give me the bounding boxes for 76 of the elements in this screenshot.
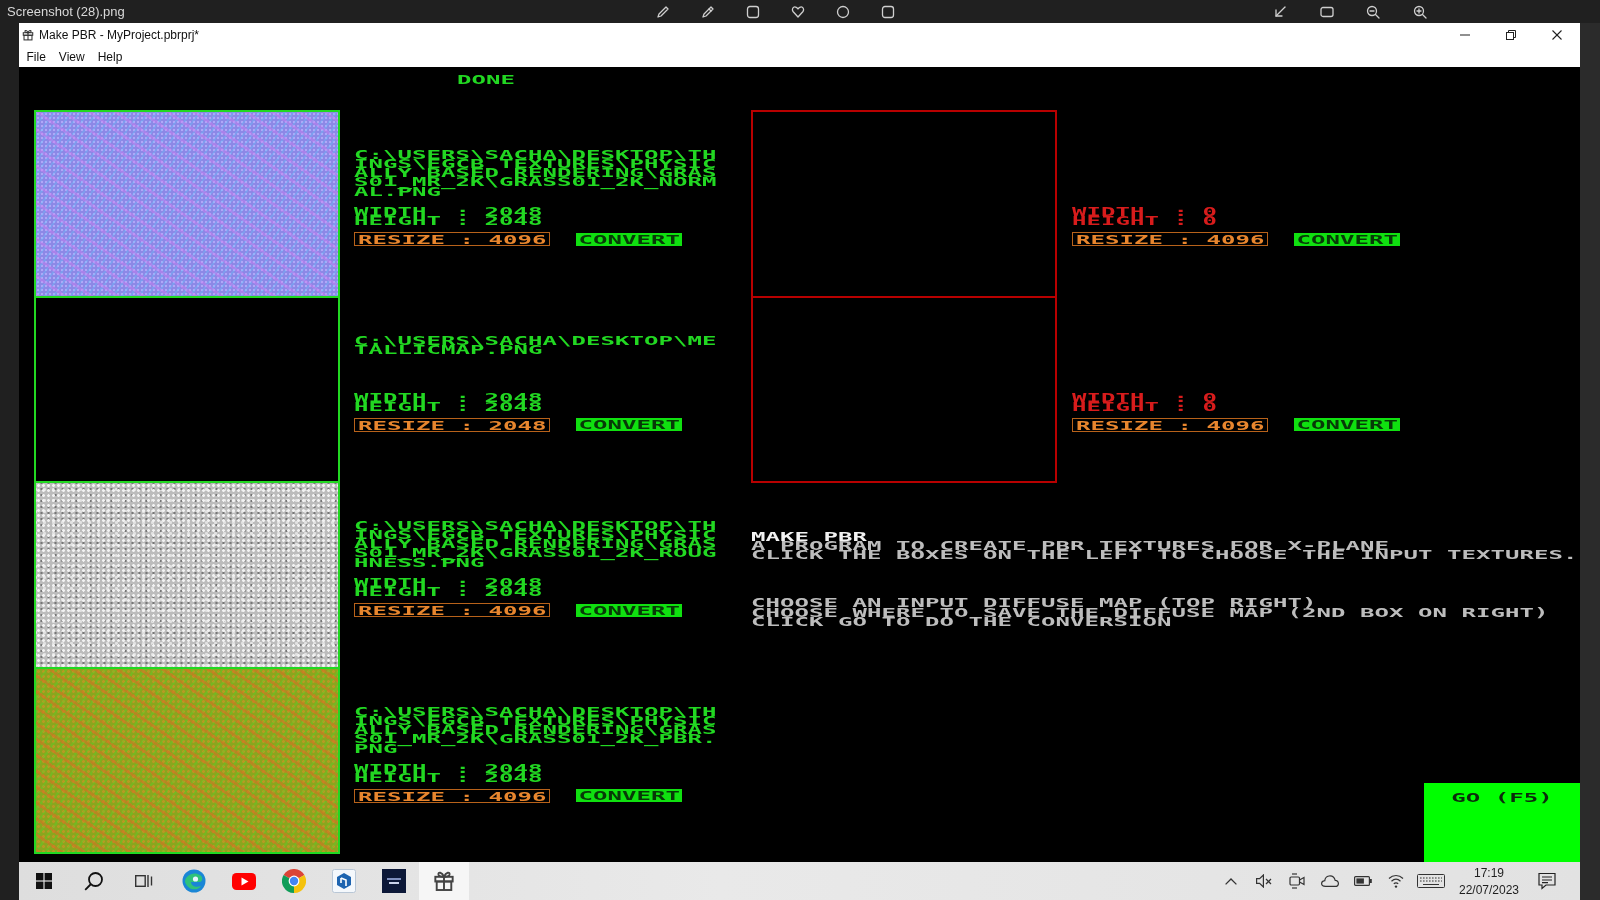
square-icon[interactable] (746, 4, 760, 19)
help-step: CLICK GO TO DO THE CONVERSION (751, 616, 1172, 627)
menu-item[interactable]: View (52, 47, 92, 66)
file-path: C:\USERS\SACHA\DESKTOP\METALLICMAP.PNG (354, 335, 718, 354)
height-readout: HEIGHT : 2048 (354, 401, 543, 411)
chevron-up-icon[interactable] (1224, 877, 1237, 885)
pen-icon[interactable] (701, 4, 715, 19)
speaker-muted-icon[interactable] (1255, 874, 1272, 888)
help-title: MAKE PBR (751, 532, 867, 542)
keyboard-icon[interactable] (1417, 874, 1445, 888)
resize-button[interactable]: RESIZE : 4096 (354, 232, 550, 247)
zoom-in-icon[interactable] (1413, 4, 1428, 19)
minimize-icon[interactable] (1460, 33, 1470, 36)
search-icon[interactable] (84, 871, 104, 891)
zoom-out-icon[interactable] (1366, 4, 1381, 19)
width-readout: WIDTH : 0 (1072, 392, 1217, 402)
resize-button[interactable]: RESIZE : 2048 (354, 417, 550, 432)
help-step: CHOOSE AN INPUT DIFFUSE MAP (TOP RIGHT) (751, 598, 1317, 608)
window-title: Make PBR - MyProject.pbrprj* (39, 27, 200, 42)
go-button[interactable]: GO (F5) (1424, 783, 1580, 862)
arrow-icon[interactable] (1273, 4, 1287, 19)
menu-item[interactable]: Help (91, 47, 129, 66)
taskbar-button[interactable] (419, 862, 469, 900)
message-icon[interactable] (1538, 872, 1556, 890)
convert-button[interactable]: CONVERT (575, 418, 682, 432)
height-readout: HEIGHT : 0 (1072, 401, 1217, 411)
clock-date: 22/07/2023 (1458, 882, 1520, 897)
convert-button[interactable]: CONVERT (1293, 418, 1400, 432)
help-text: A PROGRAM TO CREATE PBR TEXTURES FOR X-PLANE (751, 541, 1389, 551)
battery-icon[interactable] (1353, 876, 1372, 886)
height-readout: HEIGHT : 2048 (354, 772, 543, 782)
convert-button[interactable]: CONVERT (575, 603, 682, 617)
file-name: Screenshot (28).png (7, 4, 125, 19)
width-readout: WIDTH : 0 (1072, 207, 1217, 217)
menu-item[interactable]: File (20, 47, 53, 66)
file-path: C:\USERS\SACHA\DESKTOP\THINGS\EGCB TEXTURES\PHYSICALLY BASED RENDERING\GRASS01_MR_2K\GRASS01_2K_ROUGHNESS.PNG (354, 521, 718, 567)
height-readout: HEIGHT : 2048 (354, 216, 543, 226)
restore-icon[interactable] (1506, 29, 1516, 40)
resize-button[interactable]: RESIZE : 4096 (1072, 417, 1268, 432)
width-readout: WIDTH : 2048 (354, 578, 543, 588)
width-readout: WIDTH : 2048 (354, 392, 543, 402)
resize-button[interactable]: RESIZE : 4096 (354, 788, 550, 803)
gift-icon (433, 870, 455, 892)
help-text: CLICK THE BOXES ON THE LEFT TO CHOOSE THE INPUT TEXTURES. (751, 550, 1578, 560)
four-panes-icon[interactable] (36, 873, 52, 889)
texture-slot[interactable] (34, 295, 340, 483)
convert-button[interactable]: CONVERT (575, 232, 682, 246)
height-readout: HEIGHT : 0 (1072, 216, 1217, 226)
play-button-icon (232, 872, 256, 890)
square-icon[interactable] (881, 4, 895, 19)
panels-icon[interactable] (135, 873, 153, 889)
width-readout: WIDTH : 2048 (354, 207, 543, 217)
resize-button[interactable]: RESIZE : 4096 (1072, 232, 1268, 247)
file-path: C:\USERS\SACHA\DESKTOP\THINGS\EGCB TEXTURES\PHYSICALLY BASED RENDERING\GRASS01_MR_2K\GRASS01_2K_NORMAL.PNG (354, 150, 718, 196)
clock-time: 17:19 (1474, 865, 1504, 880)
close-icon[interactable] (1552, 29, 1562, 40)
cloud-icon[interactable] (1320, 875, 1339, 887)
convert-button[interactable]: CONVERT (1293, 232, 1400, 246)
help-step: CHOOSE WHERE TO SAVE THE DIFFUSE MAP (2ND BOX ON RIGHT) (751, 607, 1549, 617)
swirl-circle-icon (182, 869, 206, 893)
gift-icon (22, 28, 34, 41)
status-text: DONE (457, 75, 515, 85)
resize-button[interactable]: RESIZE : 4096 (354, 603, 550, 618)
width-readout: WIDTH : 2048 (354, 763, 543, 773)
pen-icon[interactable] (656, 4, 670, 19)
convert-button[interactable]: CONVERT (575, 789, 682, 803)
height-readout: HEIGHT : 2048 (354, 587, 543, 597)
camera-icon[interactable] (1288, 873, 1305, 889)
cube-logo-icon (332, 869, 356, 893)
circle-icon[interactable] (836, 4, 850, 19)
heart-icon[interactable] (791, 4, 805, 19)
tricolor-circle-icon (282, 869, 306, 893)
wifi-icon[interactable] (1387, 873, 1404, 889)
dark-tile-icon (382, 869, 406, 893)
file-path: C:\USERS\SACHA\DESKTOP\THINGS\EGCB TEXTURES\PHYSICALLY BASED RENDERING\GRASS01_MR_2K\GRASS01_2K_PBR.PNG (354, 706, 718, 753)
rectangle-icon[interactable] (1319, 4, 1334, 19)
